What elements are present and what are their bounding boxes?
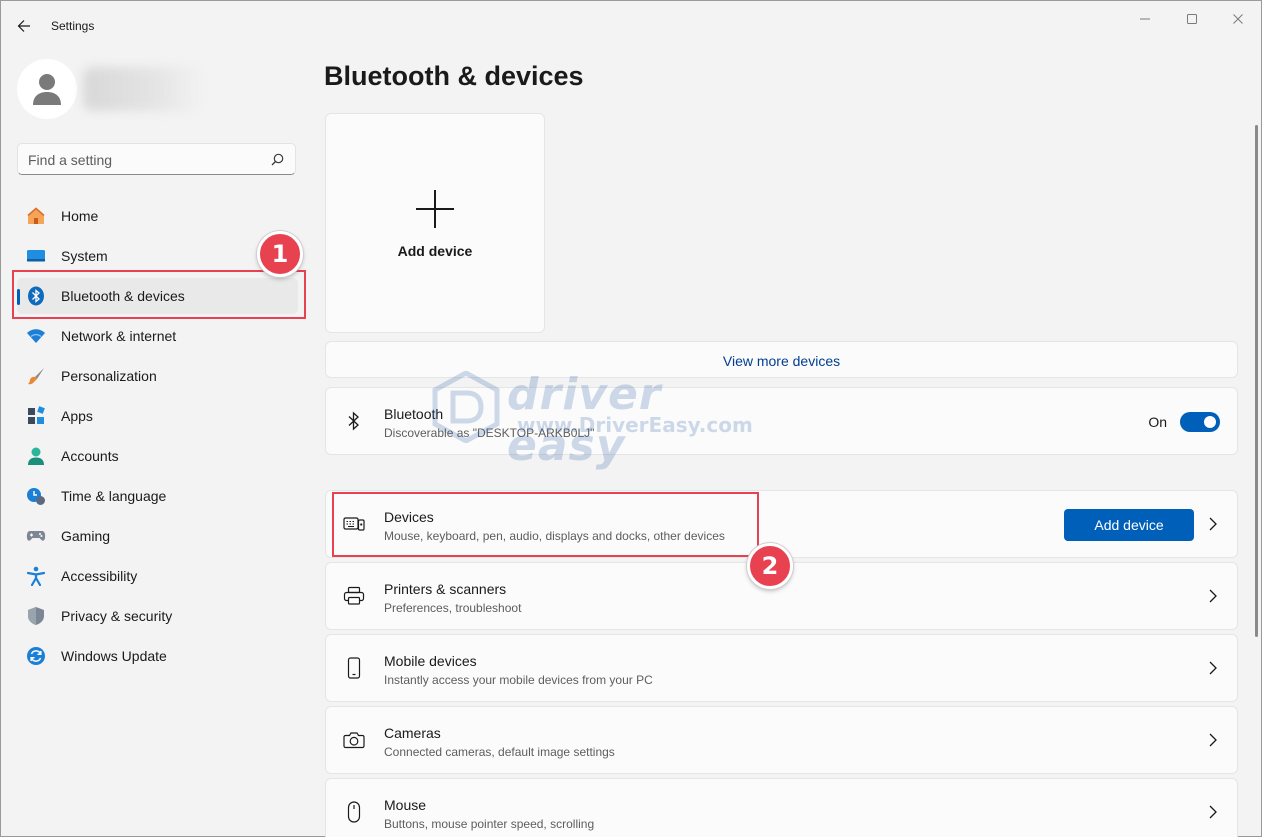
maximize-icon (1187, 14, 1197, 24)
bluetooth-row: Bluetooth Discoverable as "DESKTOP-ARKB0… (325, 387, 1238, 455)
mouse-subtitle: Buttons, mouse pointer speed, scrolling (384, 817, 595, 831)
mobile-devices-subtitle: Instantly access your mobile devices fro… (384, 673, 653, 687)
printers-subtitle: Preferences, troubleshoot (384, 601, 522, 615)
sidebar-item-label: Network & internet (61, 328, 177, 344)
search-input[interactable]: Find a setting (17, 143, 296, 175)
sidebar-item-accounts[interactable]: Accounts (17, 438, 298, 474)
bluetooth-toggle-state: On (1148, 414, 1167, 430)
back-arrow-icon (17, 20, 30, 32)
profile-name-blurred (83, 67, 203, 111)
bluetooth-toggle[interactable] (1180, 412, 1220, 432)
plus-icon (416, 190, 454, 228)
sidebar-item-label: Accessibility (61, 568, 138, 584)
bluetooth-symbol-icon (343, 410, 365, 432)
mouse-row[interactable]: Mouse Buttons, mouse pointer speed, scro… (325, 778, 1238, 837)
sidebar-item-label: Apps (61, 408, 93, 424)
highlight-box-devices (332, 492, 759, 557)
printers-title: Printers & scanners (384, 581, 507, 597)
shield-icon (26, 606, 46, 626)
sidebar-item-label: Accounts (61, 448, 119, 464)
system-icon (26, 246, 46, 266)
sidebar-item-personalization[interactable]: Personalization (17, 358, 298, 394)
cameras-row[interactable]: Cameras Connected cameras, default image… (325, 706, 1238, 774)
chevron-right-icon (1209, 589, 1217, 603)
sidebar-item-apps[interactable]: Apps (17, 398, 298, 434)
sidebar-item-accessibility[interactable]: Accessibility (17, 558, 298, 594)
sidebar-item-label: Gaming (61, 528, 111, 544)
settings-window: Settings Find a setting Home System Blue… (0, 0, 1262, 837)
add-device-tile-label: Add device (397, 243, 473, 259)
view-more-devices-label: View more devices (722, 353, 841, 369)
mobile-devices-title: Mobile devices (384, 653, 477, 669)
sidebar-item-label: Personalization (61, 368, 157, 384)
step-badge-1: 1 (257, 231, 303, 277)
cameras-title: Cameras (384, 725, 441, 741)
sidebar-item-label: Windows Update (61, 648, 167, 664)
minimize-button[interactable] (1122, 7, 1168, 31)
user-avatar-icon (33, 74, 61, 105)
title-bar: Settings (1, 1, 1261, 49)
chevron-right-icon (1209, 805, 1217, 819)
sidebar-item-label: System (61, 248, 108, 264)
accessibility-icon (26, 566, 46, 586)
wifi-icon (26, 326, 46, 346)
step-badge-2: 2 (747, 543, 793, 589)
sidebar-item-label: Time & language (61, 488, 167, 504)
close-button[interactable] (1215, 7, 1261, 31)
scrollbar[interactable] (1255, 125, 1258, 637)
mouse-title: Mouse (384, 797, 427, 813)
maximize-button[interactable] (1169, 7, 1215, 31)
highlight-box-bluetooth-devices (12, 270, 306, 319)
toggle-knob (1204, 416, 1216, 428)
accounts-icon (26, 446, 46, 466)
mouse-icon (343, 801, 365, 823)
chevron-right-icon (1209, 733, 1217, 747)
bluetooth-title: Bluetooth (384, 406, 444, 422)
brush-icon (26, 366, 46, 386)
clock-globe-icon (26, 486, 46, 506)
add-device-tile[interactable]: Add device (325, 113, 545, 333)
sidebar-item-windows-update[interactable]: Windows Update (17, 638, 298, 674)
phone-icon (343, 657, 365, 679)
chevron-right-icon (1209, 661, 1217, 675)
update-icon (26, 646, 46, 666)
add-device-button[interactable]: Add device (1064, 509, 1194, 541)
camera-icon (343, 729, 365, 751)
gamepad-icon (26, 526, 46, 546)
search-icon (271, 153, 284, 166)
sidebar-item-privacy-security[interactable]: Privacy & security (17, 598, 298, 634)
chevron-right-icon (1209, 517, 1217, 531)
mobile-devices-row[interactable]: Mobile devices Instantly access your mob… (325, 634, 1238, 702)
view-more-devices-link[interactable]: View more devices (325, 341, 1238, 378)
sidebar-item-label: Privacy & security (61, 608, 173, 624)
apps-icon (26, 406, 46, 426)
back-button[interactable] (11, 13, 37, 39)
home-icon (26, 206, 46, 226)
sidebar-item-gaming[interactable]: Gaming (17, 518, 298, 554)
sidebar-item-label: Home (61, 208, 99, 224)
minimize-icon (1140, 18, 1150, 20)
avatar[interactable] (17, 59, 77, 119)
sidebar-item-home[interactable]: Home (17, 198, 298, 234)
printer-icon (343, 585, 365, 607)
app-title: Settings (51, 19, 95, 33)
sidebar-item-system[interactable]: System (17, 238, 298, 274)
bluetooth-subtitle: Discoverable as "DESKTOP-ARKB0LJ" (384, 426, 595, 440)
sidebar-item-network-internet[interactable]: Network & internet (17, 318, 298, 354)
sidebar-item-time-language[interactable]: Time & language (17, 478, 298, 514)
search-placeholder: Find a setting (28, 152, 113, 168)
close-icon (1233, 14, 1243, 24)
cameras-subtitle: Connected cameras, default image setting… (384, 745, 615, 759)
page-title: Bluetooth & devices (324, 61, 584, 91)
